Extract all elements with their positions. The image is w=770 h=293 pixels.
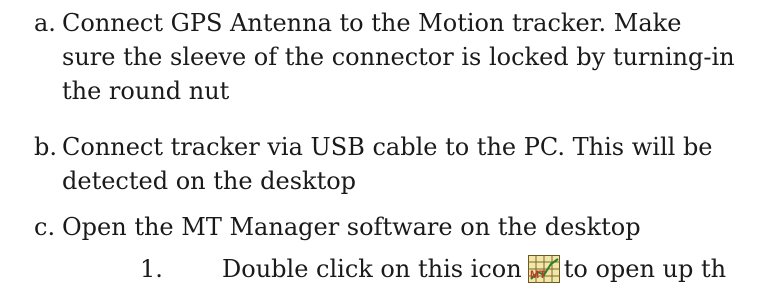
mt-icon-label: MT bbox=[530, 269, 546, 281]
substep-1-marker: 1. bbox=[140, 255, 163, 283]
substep-1-text-before: Double click on this icon bbox=[222, 255, 522, 283]
step-c-line-1: Open the MT Manager software on the desk… bbox=[62, 213, 641, 241]
step-a-line-2: sure the sleeve of the connector is lock… bbox=[62, 43, 735, 71]
mt-manager-app-icon: MT bbox=[527, 255, 560, 283]
step-a-marker: a. bbox=[34, 9, 56, 37]
instruction-document: a. Connect GPS Antenna to the Motion tra… bbox=[0, 0, 770, 293]
substep-1-line: Double click on this icon MT to open up … bbox=[222, 252, 726, 286]
step-b-line-1: Connect tracker via USB cable to the PC.… bbox=[62, 133, 713, 161]
substep-1-text-after: to open up th bbox=[563, 255, 727, 283]
step-a-line-1: Connect GPS Antenna to the Motion tracke… bbox=[62, 9, 682, 37]
step-a-line-3: the round nut bbox=[62, 77, 230, 105]
step-b-line-2: detected on the desktop bbox=[62, 167, 357, 195]
step-c-marker: c. bbox=[34, 213, 56, 241]
step-b-marker: b. bbox=[34, 133, 57, 161]
